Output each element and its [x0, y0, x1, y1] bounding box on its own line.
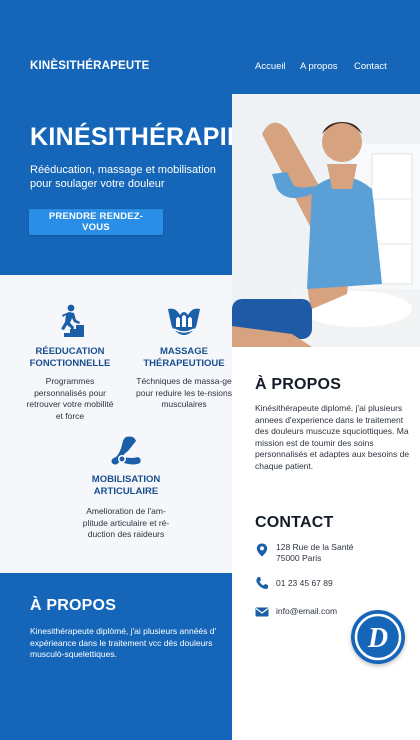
about-text: Kinésithérapeute diplomé. j'ai plusieurs…	[255, 403, 410, 471]
nav-link-contact[interactable]: Contact	[354, 61, 387, 72]
joint-mobilization-icon	[108, 433, 144, 469]
location-pin-icon	[255, 543, 269, 557]
brand-logo-text: KINÈSITHÉRAPEUTE	[30, 60, 150, 72]
feature-desc-mobilisation: Amelioration de l'am-plitude articulaire…	[82, 506, 170, 539]
contact-address-line1: 128 Rue de la Santé	[276, 542, 354, 552]
feature-desc-massage: Téchniques de massa-ge pour reduire les …	[136, 376, 232, 409]
contact-address-line2: 75000 Paris	[276, 553, 322, 563]
brand-badge-logo[interactable]: D	[351, 610, 405, 664]
contact-heading: CONTACT	[255, 514, 334, 531]
feature-title-mobilisation: MOBILISATION ARTICULAIRE	[91, 474, 161, 497]
feature-title-massage: MASSAGE THÉRAPEUTIOUE	[143, 346, 225, 369]
nav-link-a-propos[interactable]: A propos	[300, 61, 338, 72]
phone-icon	[255, 576, 269, 590]
massage-hands-icon	[166, 305, 202, 341]
feature-desc-reeducation: Programmes personnalisés pour retrouver …	[26, 376, 114, 421]
contact-email[interactable]: info@email.com	[276, 606, 337, 617]
about-bottom-heading: À PROPOS	[30, 597, 117, 614]
book-appointment-button[interactable]: PRENDRE RENDEZ-VOUS	[29, 209, 163, 235]
hero-title: KINÉSITHÉRAPIE	[30, 123, 244, 151]
stairs-person-icon	[52, 303, 88, 339]
feature-title-reeducation: RÉEDUCATION FONCTIONNELLE	[29, 346, 111, 369]
logo-letter: D	[367, 623, 388, 654]
contact-phone[interactable]: 01 23 45 67 89	[276, 578, 333, 589]
email-icon	[255, 605, 269, 619]
therapist-photo	[232, 94, 420, 347]
hero-subtitle: Rééducation, massage et mobilisation pou…	[30, 164, 216, 190]
about-heading: À PROPOS	[255, 376, 342, 393]
nav-link-accueil[interactable]: Accueil	[255, 61, 286, 72]
about-bottom-text: Kinesithérapeute diplòmé, j'ai plusieurs…	[30, 626, 217, 659]
